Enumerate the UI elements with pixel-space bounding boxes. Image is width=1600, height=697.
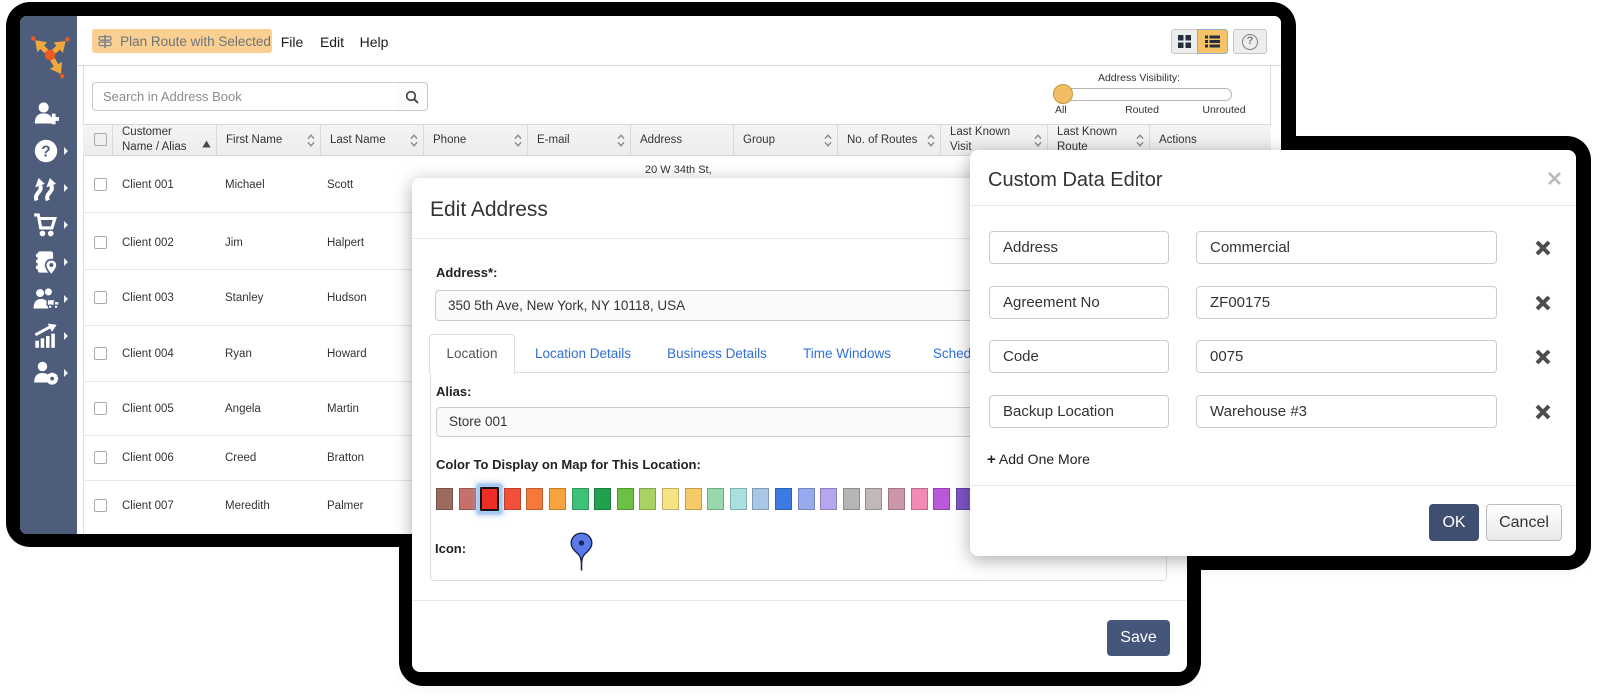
svg-text:?: ?: [41, 143, 50, 160]
